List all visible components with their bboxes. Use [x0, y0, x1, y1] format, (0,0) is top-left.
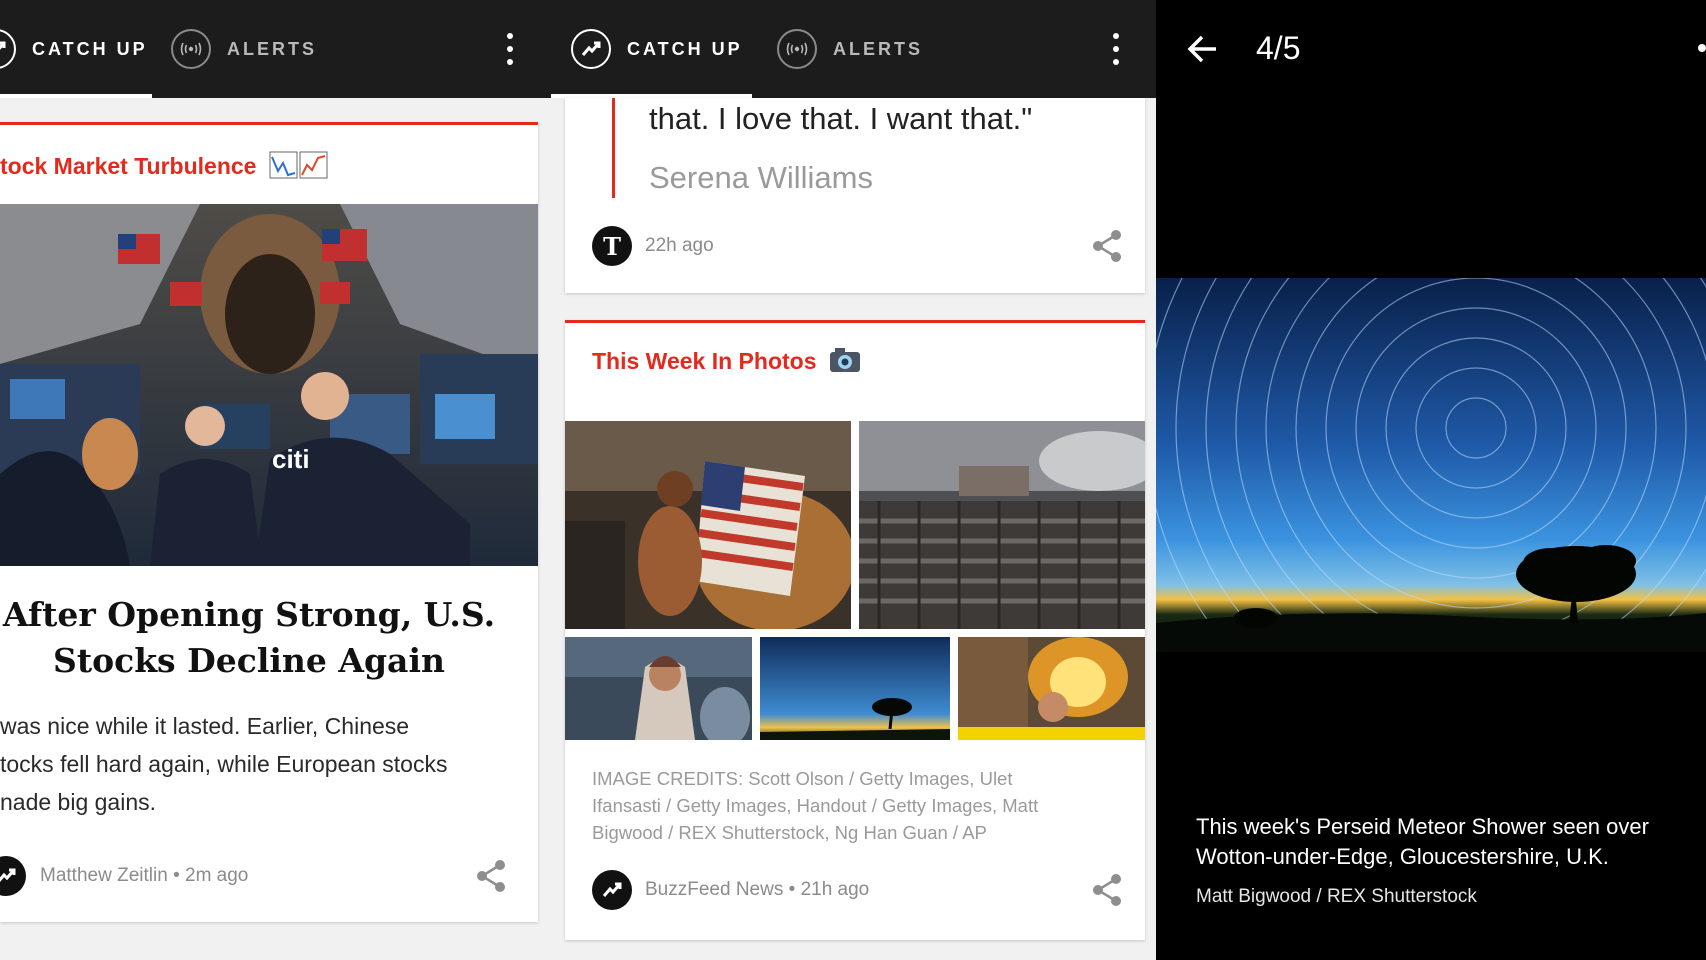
logo-glyph: T	[603, 231, 621, 261]
gallery-photo-explosion-site[interactable]	[859, 421, 1145, 629]
meteor-shower-photo[interactable]	[1156, 278, 1706, 652]
story-image-trading-floor[interactable]: citi	[0, 204, 538, 566]
tab-catch-up[interactable]: CATCH UP	[0, 0, 148, 98]
timestamp: 2m ago	[185, 865, 249, 886]
camera-icon	[829, 347, 861, 379]
card-accent-line	[565, 320, 1145, 323]
share-icon[interactable]	[1089, 872, 1125, 908]
photo-counter: 4/5	[1256, 30, 1301, 66]
author-name: Matthew Zeitlin	[40, 865, 168, 886]
feed-panel-middle: CATCH UP ALERTS that. I love that. I wan…	[551, 0, 1156, 960]
tab-label: CATCH UP	[627, 38, 743, 59]
photo-credit: Matt Bigwood / REX Shutterstock	[1196, 886, 1477, 907]
buzzfeed-logo-icon[interactable]	[0, 856, 26, 896]
tab-alerts[interactable]: ALERTS	[171, 0, 317, 98]
more-options-icon[interactable]	[504, 33, 516, 65]
photo-viewer-panel: 4/5 This week's Perseid Meteor Shower se…	[1156, 0, 1706, 960]
buzzfeed-logo-icon[interactable]	[592, 870, 632, 910]
share-icon[interactable]	[1089, 228, 1125, 264]
share-icon[interactable]	[473, 858, 509, 894]
gallery-photo-meteor-shower[interactable]	[760, 637, 950, 740]
gallery-photo-flag[interactable]	[565, 421, 851, 629]
separator: •	[173, 865, 180, 886]
card-accent-line	[0, 122, 538, 125]
story-card[interactable]: tock Market Turbulence citi After Openin…	[0, 122, 538, 922]
top-navigation-bar: CATCH UP ALERTS	[0, 0, 551, 98]
photo-gallery-card[interactable]: This Week In Photos IMAGE CREDITS: Scott…	[565, 320, 1145, 940]
top-navigation-bar: CATCH UP ALERTS	[551, 0, 1156, 98]
story-summary: was nice while it lasted. Earlier, Chine…	[0, 707, 520, 821]
feed-panel-left: CATCH UP ALERTS tock Market Turbulence c…	[0, 0, 551, 960]
credits-line: Bigwood / REX Shutterstock, Ng Han Guan …	[592, 822, 987, 843]
quote-author: Serena Williams	[649, 160, 873, 195]
gallery-photo-prayer[interactable]	[565, 637, 752, 740]
nytimes-logo-icon[interactable]: T	[592, 226, 632, 266]
timestamp: 21h ago	[800, 879, 870, 900]
trending-icon	[571, 29, 611, 69]
separator: •	[788, 879, 796, 900]
stock-chart-icon	[269, 149, 329, 187]
card-topic-title[interactable]: This Week In Photos	[592, 347, 861, 379]
quote-text: that. I love that. I want that."	[649, 101, 1033, 136]
broadcast-icon	[171, 29, 211, 69]
gallery-photo-fire[interactable]	[958, 637, 1145, 740]
photo-caption: This week's Perseid Meteor Shower seen o…	[1196, 812, 1696, 872]
story-headline[interactable]: After Opening Strong, U.S. Stocks Declin…	[0, 592, 498, 684]
tab-catch-up[interactable]: CATCH UP	[571, 0, 743, 98]
more-options-icon[interactable]	[1698, 44, 1706, 52]
story-byline: Matthew Zeitlin • 2m ago	[40, 865, 248, 887]
summary-line: tocks fell hard again, while European st…	[0, 751, 448, 777]
tab-alerts[interactable]: ALERTS	[777, 0, 923, 98]
tab-label: ALERTS	[227, 38, 317, 59]
back-arrow-icon[interactable]	[1186, 32, 1220, 66]
story-byline: BuzzFeed News • 21h ago	[645, 879, 869, 901]
summary-line: was nice while it lasted. Earlier, Chine…	[0, 713, 410, 739]
source-name: BuzzFeed News	[645, 879, 784, 900]
card-topic-title[interactable]: tock Market Turbulence	[0, 149, 329, 187]
quote-accent-bar	[612, 98, 615, 198]
caption-line: Wotton-under-Edge, Gloucestershire, U.K.	[1196, 844, 1609, 869]
timestamp: 22h ago	[645, 235, 714, 256]
summary-line: nade big gains.	[0, 789, 157, 815]
flag	[695, 461, 805, 596]
active-tab-indicator	[0, 94, 152, 98]
quote-card[interactable]: that. I love that. I want that." Serena …	[565, 98, 1145, 293]
trending-icon	[0, 29, 16, 69]
tab-label: CATCH UP	[32, 38, 148, 59]
more-options-icon[interactable]	[1110, 33, 1122, 65]
broadcast-icon	[777, 29, 817, 69]
svg-text:citi: citi	[272, 444, 310, 474]
image-credits: IMAGE CREDITS: Scott Olson / Getty Image…	[592, 765, 1132, 846]
credits-line: IMAGE CREDITS: Scott Olson / Getty Image…	[592, 768, 1013, 789]
caption-line: This week's Perseid Meteor Shower seen o…	[1196, 814, 1649, 839]
credits-line: Ifansasti / Getty Images, Handout / Gett…	[592, 795, 1039, 816]
tab-label: ALERTS	[833, 38, 923, 59]
